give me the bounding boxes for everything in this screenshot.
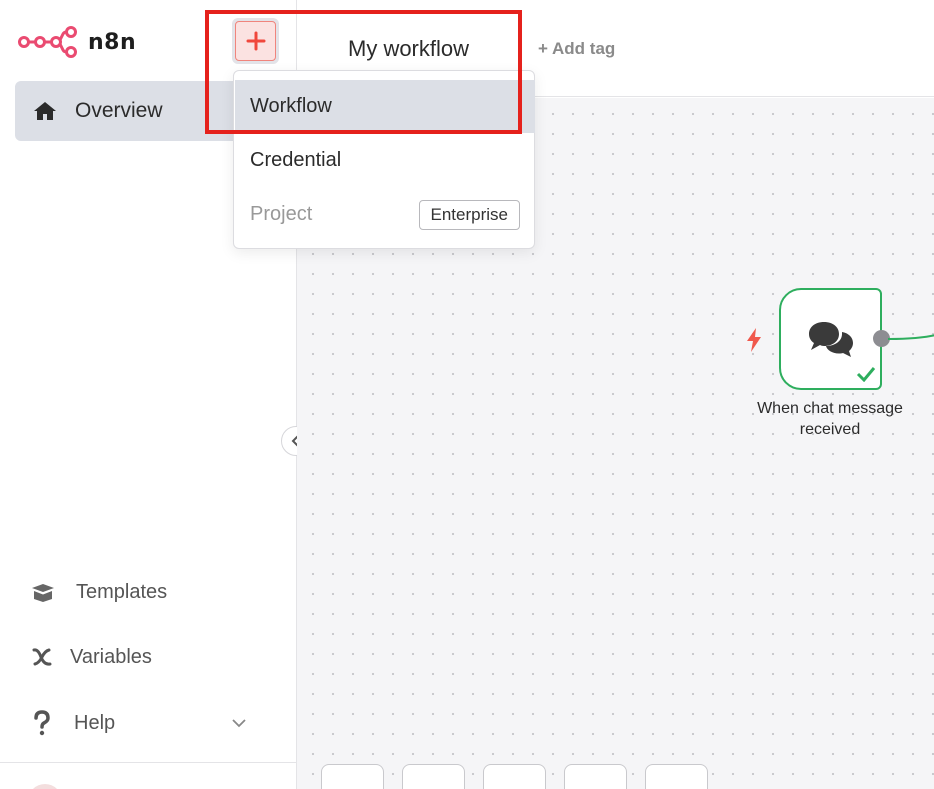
node-label: When chat message received bbox=[740, 398, 920, 440]
menu-item-workflow[interactable]: Workflow bbox=[235, 80, 535, 133]
zoom-to-fit-button[interactable] bbox=[321, 764, 384, 789]
menu-item-project: Project Enterprise bbox=[235, 188, 535, 241]
sidebar-item-templates[interactable]: Templates bbox=[30, 581, 167, 604]
plus-icon bbox=[246, 31, 265, 51]
zoom-in-button[interactable] bbox=[402, 764, 465, 789]
chevron-down-icon bbox=[232, 719, 246, 728]
app-name: n8n bbox=[88, 29, 137, 55]
enterprise-badge: Enterprise bbox=[418, 200, 520, 230]
sidebar-item-label: Variables bbox=[70, 645, 152, 668]
add-tag-button[interactable]: + Add tag bbox=[538, 39, 615, 59]
sidebar-item-label: Help bbox=[74, 711, 116, 734]
sidebar-item-label: Overview bbox=[75, 99, 163, 122]
sidebar-item-help[interactable]: Help bbox=[30, 710, 260, 736]
menu-item-label: Project bbox=[250, 203, 313, 225]
home-icon bbox=[34, 102, 56, 120]
variable-x-icon bbox=[32, 648, 52, 666]
workflow-title[interactable]: My workflow bbox=[348, 36, 469, 62]
node-label-line: When chat message bbox=[757, 400, 903, 417]
divider bbox=[0, 762, 297, 763]
n8n-logo[interactable]: n8n bbox=[18, 26, 136, 58]
avatar[interactable] bbox=[28, 784, 62, 789]
sidebar-item-variables[interactable]: Variables bbox=[30, 645, 152, 669]
reset-zoom-button[interactable] bbox=[564, 764, 627, 789]
tidy-up-button[interactable] bbox=[645, 764, 708, 789]
create-new-button[interactable] bbox=[232, 18, 279, 64]
templates-box-icon bbox=[32, 583, 54, 602]
n8n-logo-icon bbox=[18, 26, 77, 58]
menu-item-label: Workflow bbox=[250, 95, 332, 117]
success-check-icon bbox=[856, 367, 876, 382]
menu-item-credential[interactable]: Credential bbox=[235, 134, 535, 187]
sidebar-item-label: Templates bbox=[76, 581, 168, 603]
menu-item-label: Credential bbox=[250, 149, 342, 171]
node-label-line: received bbox=[799, 421, 861, 438]
lightning-icon bbox=[747, 328, 761, 352]
zoom-out-button[interactable] bbox=[483, 764, 546, 789]
connection-line bbox=[888, 334, 934, 340]
plus-button-inner bbox=[235, 21, 276, 61]
question-icon bbox=[34, 710, 50, 736]
create-menu: Workflow Credential Project Enterprise bbox=[233, 70, 535, 249]
chat-bubbles-icon bbox=[808, 322, 853, 357]
